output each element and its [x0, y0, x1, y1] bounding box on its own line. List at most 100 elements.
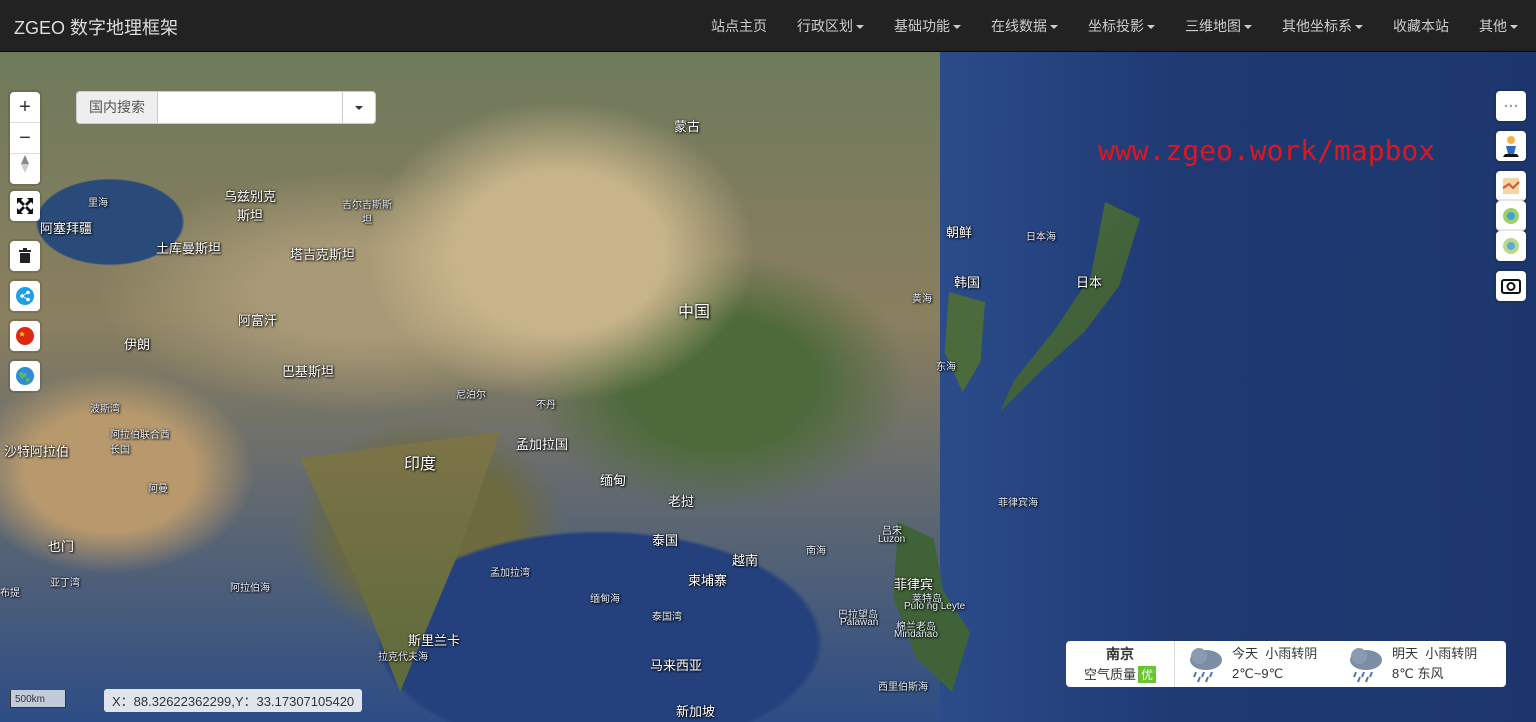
coordinate-readout: X：88.32622362299,Y：33.17307105420 — [104, 689, 363, 712]
map-label-vietnam: 越南 — [732, 553, 759, 568]
map-label-china: 中国 — [678, 304, 711, 321]
scale-bar: 500km — [10, 690, 66, 708]
map-canvas[interactable]: 蒙古 乌兹别克斯坦 吉尔吉斯斯坦 里海 阿塞拜疆 土库曼斯坦 塔吉克斯坦 阿富汗… — [0, 52, 1536, 722]
caret-down-icon — [856, 25, 864, 30]
nav-item-label: 坐标投影 — [1088, 18, 1144, 34]
nav-item-8[interactable]: 其他 — [1479, 16, 1518, 36]
pegman-button[interactable] — [1496, 131, 1526, 161]
today-temp: 2℃~9℃ — [1232, 666, 1284, 681]
nav-item-label: 其他 — [1479, 18, 1507, 34]
map-label-afghanistan: 阿富汗 — [238, 313, 278, 328]
tomorrow-condition: 小雨转阴 — [1425, 646, 1478, 661]
nav-item-label: 收藏本站 — [1393, 18, 1449, 34]
brand-title[interactable]: ZGEO 数字地理框架 — [14, 14, 178, 40]
nav-item-7[interactable]: 收藏本站 — [1393, 16, 1449, 36]
map-label-cambodia: 柬埔寨 — [688, 573, 728, 588]
map-label-india: 印度 — [404, 456, 437, 473]
map-label-luzon-en: Luzon — [878, 534, 906, 545]
nav-item-0[interactable]: 站点主页 — [711, 16, 767, 36]
nav-item-1[interactable]: 行政区划 — [797, 16, 864, 36]
fullscreen-button[interactable] — [10, 191, 40, 221]
map-label-sea-of-japan: 日本海 — [1026, 232, 1056, 243]
china-flag-icon — [16, 327, 34, 345]
map-label-tajikistan: 塔吉克斯坦 — [290, 247, 356, 262]
terrain-layer-button[interactable] — [1496, 231, 1526, 261]
map-label-mindanao-en: Mindanao — [894, 629, 938, 640]
nav-item-5[interactable]: 三维地图 — [1185, 16, 1252, 36]
nav-item-label: 在线数据 — [991, 18, 1047, 34]
map-label-uzbekistan: 乌兹别克斯坦 — [223, 189, 276, 223]
navbar: ZGEO 数字地理框架 站点主页 行政区划 基础功能 在线数据 坐标投影 三维地图 其他坐标… — [0, 0, 1536, 52]
map-label-east-china-sea: 东海 — [936, 362, 956, 373]
more-button[interactable] — [1496, 91, 1526, 121]
fullscreen-icon — [17, 198, 33, 214]
screenshot-button[interactable] — [1496, 271, 1526, 301]
tomorrow-temp: 8℃ 东风 — [1392, 666, 1444, 681]
zoom-in-button[interactable]: + — [10, 92, 40, 123]
nav-item-label: 三维地图 — [1185, 18, 1241, 34]
search-dropdown-button[interactable] — [342, 92, 375, 123]
pegman-icon — [1503, 136, 1519, 157]
today-condition: 小雨转阴 — [1265, 646, 1318, 661]
map-label-gulf-aden: 亚丁湾 — [50, 578, 80, 589]
map-label-saudi: 沙特阿拉伯 — [4, 444, 70, 459]
terrain-icon — [1503, 238, 1519, 254]
search-input[interactable] — [158, 92, 342, 123]
nav-menu: 站点主页 行政区划 基础功能 在线数据 坐标投影 三维地图 其他坐标系 收藏本站 其他 — [681, 0, 1518, 52]
map-label-kyrgyzstan: 吉尔吉斯斯坦 — [342, 200, 392, 226]
air-quality-badge: 优 — [1138, 666, 1157, 683]
map-label-yellow-sea: 黄海 — [912, 294, 932, 305]
nav-item-2[interactable]: 基础功能 — [894, 16, 961, 36]
tomorrow-label: 明天 — [1392, 646, 1419, 661]
nav-item-4[interactable]: 坐标投影 — [1088, 16, 1155, 36]
map-label-africa-edge: 布提 — [0, 588, 20, 599]
weather-city: 南京 — [1106, 646, 1134, 662]
map-label-north-korea: 朝鲜 — [946, 225, 973, 240]
map-layer-icon — [1502, 178, 1520, 194]
search-label: 国内搜索 — [77, 92, 158, 123]
map-label-japan: 日本 — [1076, 275, 1103, 290]
zoom-out-button[interactable]: − — [10, 123, 40, 154]
map-label-bhutan: 不丹 — [536, 400, 556, 411]
map-label-thailand: 泰国 — [652, 533, 679, 548]
compass-button[interactable] — [10, 154, 40, 184]
map-label-south-korea: 韩国 — [954, 275, 981, 290]
search-bar: 国内搜索 — [76, 91, 376, 124]
nav-item-label: 基础功能 — [894, 18, 950, 34]
globe-button[interactable] — [10, 361, 40, 391]
map-label-caspian: 里海 — [88, 198, 108, 209]
map-label-andaman: 缅甸海 — [590, 594, 620, 605]
compass-icon — [21, 155, 29, 173]
share-button[interactable] — [10, 281, 40, 311]
map-label-palawan-en: Palawan — [840, 617, 879, 628]
caret-down-icon — [1147, 25, 1155, 30]
map-label-leyte-en: Pulo ng Leyte — [904, 601, 966, 612]
map-label-bangladesh: 孟加拉国 — [516, 437, 569, 452]
caret-down-icon — [1244, 25, 1252, 30]
air-quality-label: 空气质量 — [1083, 667, 1136, 682]
caret-down-icon — [1050, 25, 1058, 30]
map-label-laos: 老挝 — [668, 494, 695, 509]
weather-city-block: 南京 空气质量优 — [1066, 641, 1175, 687]
map-label-sri-lanka: 斯里兰卡 — [408, 633, 461, 648]
globe-icon — [16, 367, 34, 385]
share-icon — [16, 287, 34, 305]
caret-down-icon — [1355, 25, 1363, 30]
map-label-arabian-sea: 阿拉伯海 — [230, 583, 270, 594]
nav-item-6[interactable]: 其他坐标系 — [1282, 16, 1363, 36]
today-label: 今天 — [1232, 646, 1259, 661]
clear-button[interactable] — [10, 241, 40, 271]
map-label-turkmenistan: 土库曼斯坦 — [156, 241, 222, 256]
map-label-mongolia: 蒙古 — [674, 119, 701, 134]
weather-widget[interactable]: 南京 空气质量优 今天 小雨转阴 2℃~9℃ 明天 小雨转阴 8℃ 东风 — [1066, 641, 1506, 687]
satellite-layer-button[interactable] — [1496, 201, 1526, 231]
nav-item-label: 行政区划 — [797, 18, 853, 34]
map-label-malaysia: 马来西亚 — [650, 658, 703, 673]
map-label-singapore: 新加坡 — [676, 704, 716, 719]
map-layer-button[interactable] — [1496, 171, 1526, 201]
china-flag-button[interactable] — [10, 321, 40, 351]
weather-tomorrow: 明天 小雨转阴 8℃ 东风 — [1344, 644, 1477, 687]
watermark: www.zgeo.work/mapbox — [1098, 134, 1436, 167]
nav-item-3[interactable]: 在线数据 — [991, 16, 1058, 36]
camera-icon — [1501, 279, 1521, 294]
